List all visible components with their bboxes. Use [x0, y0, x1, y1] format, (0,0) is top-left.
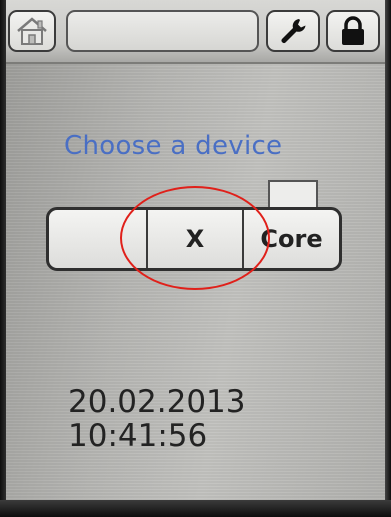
wrench-icon: [281, 19, 306, 43]
date-text: 20.02.2013: [68, 384, 246, 420]
datetime-display: 20.02.2013 10:41:56: [68, 385, 246, 453]
home-icon: [17, 17, 47, 45]
device-option-x[interactable]: X: [146, 210, 242, 268]
device-bezel-right: [385, 0, 391, 517]
selector-tab: [268, 180, 318, 210]
device-selector[interactable]: X Core: [46, 207, 342, 271]
device-option-core[interactable]: Core: [242, 210, 339, 268]
title-field: [66, 10, 259, 52]
settings-button[interactable]: [266, 10, 320, 52]
device-screen: Choose a device X Core 20.02.2013 10:41:…: [6, 0, 386, 512]
time-text: 10:41:56: [68, 418, 208, 454]
home-button[interactable]: [8, 10, 56, 52]
device-bezel-bottom: [0, 500, 391, 517]
choose-device-prompt: Choose a device: [64, 131, 283, 161]
lock-button[interactable]: [326, 10, 380, 52]
top-toolbar: [6, 0, 386, 64]
lock-icon: [342, 16, 364, 45]
device-option-empty[interactable]: [49, 210, 146, 268]
